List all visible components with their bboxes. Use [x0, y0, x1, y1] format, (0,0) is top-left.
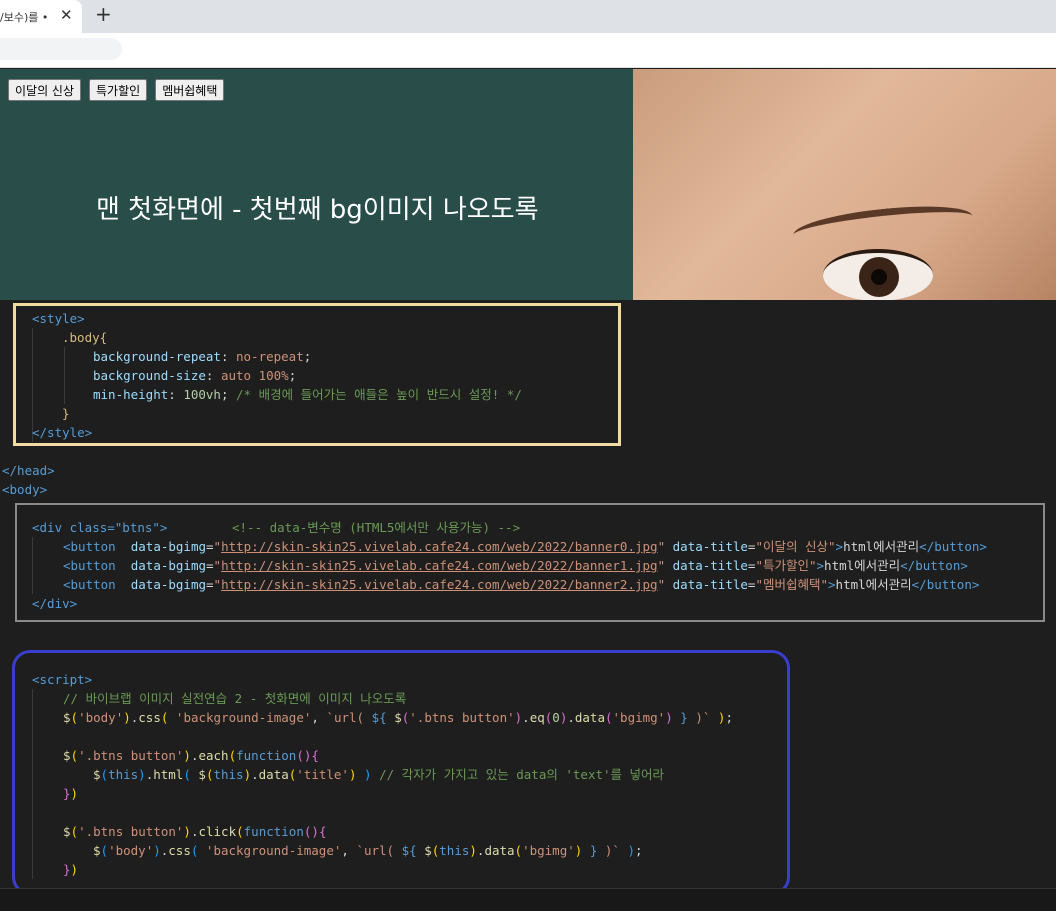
- button-special-sale[interactable]: 특가할인: [89, 79, 148, 101]
- code-token: <body>: [2, 482, 48, 497]
- tab-title: /보수)를 •: [0, 11, 49, 24]
- button-new-arrivals[interactable]: 이달의 신상: [8, 79, 82, 101]
- button-membership[interactable]: 멤버쉽혜택: [155, 79, 225, 101]
- code-line: <body>: [2, 480, 47, 499]
- highlight-box-style: [13, 303, 621, 446]
- eyebrow-shape: [791, 199, 975, 252]
- eye-shape: [823, 249, 933, 300]
- browser-tabstrip: /보수)를 • ✕ +: [0, 0, 1056, 33]
- browser-toolbar: [0, 33, 1056, 68]
- banner-buttons: 이달의 신상 특가할인 멤버쉽혜택: [8, 79, 225, 101]
- hero-text: 맨 첫화면에 - 첫번째 bg이미지 나오도록: [96, 195, 539, 225]
- pupil-shape: [871, 269, 887, 285]
- new-tab-icon[interactable]: +: [95, 2, 112, 26]
- code-editor[interactable]: <style> .body{ background-repeat: no-rep…: [0, 300, 1056, 895]
- iris-shape: [859, 257, 899, 297]
- browser-tab[interactable]: /보수)를 • ✕: [0, 0, 82, 33]
- address-bar[interactable]: [0, 38, 122, 60]
- hero-photo: [633, 69, 1056, 300]
- page-hero: 이달의 신상 특가할인 멤버쉽혜택 맨 첫화면에 - 첫번째 bg이미지 나오도…: [0, 69, 1056, 300]
- highlight-box-script: [12, 650, 790, 895]
- highlight-box-html: [15, 503, 1045, 622]
- editor-bottom-strip: [0, 888, 1056, 911]
- close-icon[interactable]: ✕: [60, 6, 73, 24]
- code-token: </head>: [2, 463, 55, 478]
- code-line: </head>: [2, 461, 55, 480]
